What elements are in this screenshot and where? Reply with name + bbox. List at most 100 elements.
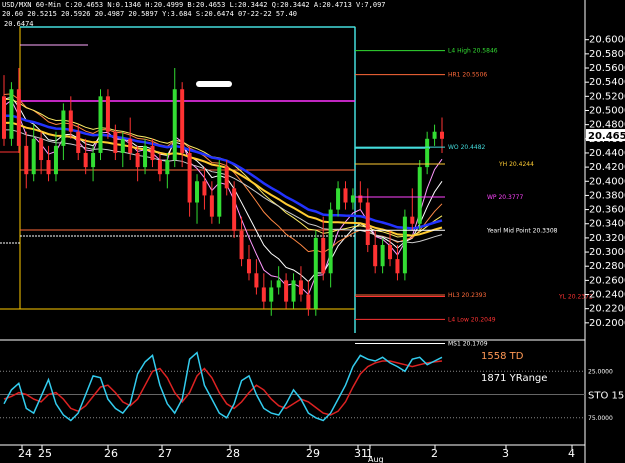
- candle-body: [261, 287, 266, 302]
- candle: [195, 174, 200, 224]
- candle-body: [150, 145, 155, 161]
- usdmxn-chart: USD/MXN 60-Min C:20.4653 N:0.1346 H:20.4…: [0, 0, 625, 463]
- candle-body: [343, 188, 348, 203]
- candle-body: [24, 145, 29, 175]
- candle-body: [16, 89, 21, 146]
- candle: [284, 273, 289, 309]
- candle-body: [209, 195, 214, 217]
- price-tick-label: 20.5200: [589, 91, 625, 102]
- candle: [336, 181, 341, 217]
- candle-body: [276, 280, 281, 288]
- candle-body: [202, 181, 207, 196]
- candle: [165, 152, 170, 189]
- candle-body: [217, 167, 222, 217]
- price-tick-label: 20.2800: [589, 261, 625, 272]
- candle: [53, 131, 58, 182]
- osc-tick-label: 25.0000: [588, 368, 613, 375]
- price-tick-label: 20.4000: [589, 176, 625, 187]
- price-level-label: L4 Low 20.2049: [448, 316, 496, 323]
- candle-body: [91, 152, 96, 168]
- price-tick-label: 20.2600: [589, 275, 625, 286]
- candle-body: [388, 244, 393, 260]
- candle-body: [246, 259, 251, 274]
- candle-body: [284, 280, 289, 302]
- candle: [298, 266, 303, 302]
- price-level-label: HL3 20.2393: [448, 292, 487, 299]
- price-tick-label: 20.5400: [589, 77, 625, 88]
- candle-body: [61, 110, 66, 146]
- candle-body: [373, 244, 378, 267]
- candle: [202, 167, 207, 210]
- candle-body: [128, 138, 133, 153]
- price-tick-label: 20.5600: [589, 63, 625, 74]
- price-tick-label: 20.3000: [589, 247, 625, 258]
- candle-body: [2, 96, 6, 139]
- candle: [358, 181, 363, 210]
- candle-body: [195, 181, 200, 203]
- candle-body: [98, 96, 103, 153]
- candle: [321, 216, 326, 281]
- candle: [9, 82, 14, 146]
- osc-label: STO 15: [588, 391, 624, 402]
- candle-body: [39, 138, 44, 161]
- candle: [410, 188, 415, 231]
- candle: [388, 230, 393, 267]
- candle: [313, 230, 318, 316]
- candle-body: [239, 230, 244, 260]
- chart-header-line1: USD/MXN 60-Min C:20.4653 N:0.1346 H:20.4…: [2, 1, 386, 9]
- candle-body: [298, 280, 303, 295]
- last-price-label: 20.4653: [588, 131, 625, 142]
- candle-body: [269, 287, 274, 302]
- candle-body: [120, 138, 125, 153]
- candle-body: [350, 195, 355, 203]
- candle: [172, 68, 177, 168]
- candle-body: [358, 195, 363, 203]
- candle-body: [321, 237, 326, 274]
- candle-body: [135, 152, 140, 168]
- candle: [402, 209, 407, 281]
- candle: [343, 181, 348, 210]
- time-axis: 24 25 26 27 28 29 311 2 3 4Aug: [0, 444, 585, 463]
- candle: [143, 138, 148, 175]
- candle-body: [306, 294, 311, 309]
- price-level-label: WP 20.3777: [487, 194, 523, 201]
- osc-annotation: 1871 YRange: [481, 373, 547, 384]
- candle: [68, 96, 73, 139]
- candle-body: [380, 244, 385, 267]
- candle: [246, 244, 251, 281]
- price-tick-label: 20.2400: [589, 290, 625, 301]
- candle-body: [224, 167, 229, 189]
- candle-body: [410, 216, 415, 224]
- candle: [261, 273, 266, 309]
- price-level-label: MS1 20.1709: [448, 340, 488, 347]
- price-tick-label: 20.4400: [589, 148, 625, 159]
- price-tick-label: 20.2000: [589, 318, 625, 329]
- price-tick-label: 20.3600: [589, 205, 625, 216]
- candle-body: [31, 138, 36, 175]
- candle: [417, 160, 422, 231]
- candle: [269, 280, 274, 316]
- price-tick-label: 20.4200: [589, 162, 625, 173]
- candle: [31, 124, 36, 182]
- time-tick-label: 26: [104, 447, 118, 460]
- price-tick-label: 20.5800: [589, 49, 625, 60]
- candle: [380, 237, 385, 274]
- price-level-label: Yearl Mid Point 20.3308: [486, 227, 558, 234]
- price-tick-label: 20.2200: [589, 304, 625, 315]
- price-level-label: WO 20.4482: [448, 144, 486, 151]
- candle-body: [76, 131, 81, 153]
- price-tick-label: 20.5000: [589, 105, 625, 116]
- candle: [98, 89, 103, 161]
- price-level-label: L4 High 20.5846: [448, 48, 498, 55]
- candles: [2, 68, 444, 316]
- candle: [328, 202, 333, 288]
- price-tick-label: 20.3400: [589, 219, 625, 230]
- candle-body: [425, 138, 430, 168]
- osc-d-line: [3, 360, 443, 416]
- candle: [254, 259, 259, 295]
- candle-body: [105, 96, 110, 132]
- time-tick-label: 28: [226, 447, 240, 460]
- candle-body: [328, 209, 333, 274]
- candle-body: [68, 110, 73, 132]
- candle: [187, 145, 192, 217]
